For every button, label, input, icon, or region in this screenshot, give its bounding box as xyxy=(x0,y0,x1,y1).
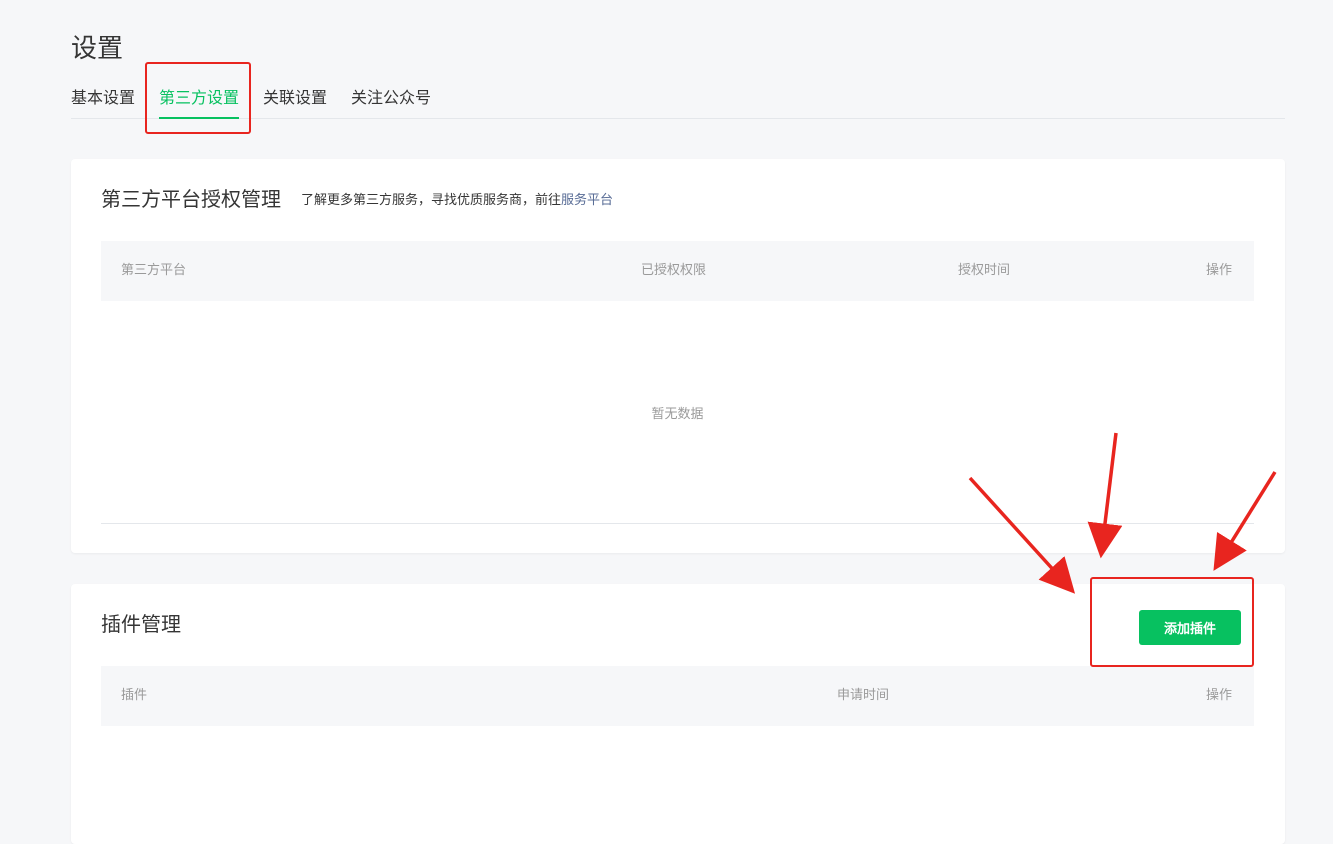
column-header-auth-time: 授权时间 xyxy=(958,263,1011,278)
active-tab-underline xyxy=(159,117,240,119)
column-header-actions: 操作 xyxy=(1206,263,1233,278)
auth-desc-text: 了解更多第三方服务，寻找优质服务商，前往 xyxy=(301,193,562,208)
auth-section-title: 第三方平台授权管理 xyxy=(101,187,281,211)
column-header-platform: 第三方平台 xyxy=(121,263,187,278)
column-header-permissions: 已授权权限 xyxy=(641,263,707,278)
tab-follow-official-account[interactable]: 关注公众号 xyxy=(351,84,431,118)
auth-table-empty: 暂无数据 xyxy=(101,301,1254,524)
settings-tabs: 基本设置 第三方设置 关联设置 关注公众号 xyxy=(71,84,1285,119)
plugin-table-header: 插件 申请时间 操作 xyxy=(101,666,1254,726)
third-party-auth-card: 第三方平台授权管理 了解更多第三方服务，寻找优质服务商，前往服务平台 第三方平台… xyxy=(71,159,1285,553)
column-header-plugin: 插件 xyxy=(121,688,148,703)
tab-third-party-settings[interactable]: 第三方设置 xyxy=(159,84,240,119)
empty-text: 暂无数据 xyxy=(651,406,704,422)
page-title: 设置 xyxy=(71,34,124,64)
service-platform-link[interactable]: 服务平台 xyxy=(561,193,613,208)
plugin-section-title: 插件管理 xyxy=(101,612,181,636)
add-plugin-button[interactable]: 添加插件 xyxy=(1139,610,1241,645)
plugin-management-card: 插件管理 添加插件 插件 申请时间 操作 xyxy=(71,584,1285,844)
auth-section-desc: 了解更多第三方服务，寻找优质服务商，前往服务平台 xyxy=(301,189,613,208)
tab-label: 关联设置 xyxy=(263,88,328,107)
tab-basic-settings[interactable]: 基本设置 xyxy=(71,84,135,118)
column-header-actions: 操作 xyxy=(1206,688,1233,703)
tab-association-settings[interactable]: 关联设置 xyxy=(263,84,327,118)
column-header-apply-time: 申请时间 xyxy=(837,688,890,703)
auth-table-header: 第三方平台 已授权权限 授权时间 操作 xyxy=(101,241,1254,301)
tab-label: 第三方设置 xyxy=(159,88,240,107)
tab-label: 关注公众号 xyxy=(351,88,432,107)
tab-label: 基本设置 xyxy=(71,88,136,107)
